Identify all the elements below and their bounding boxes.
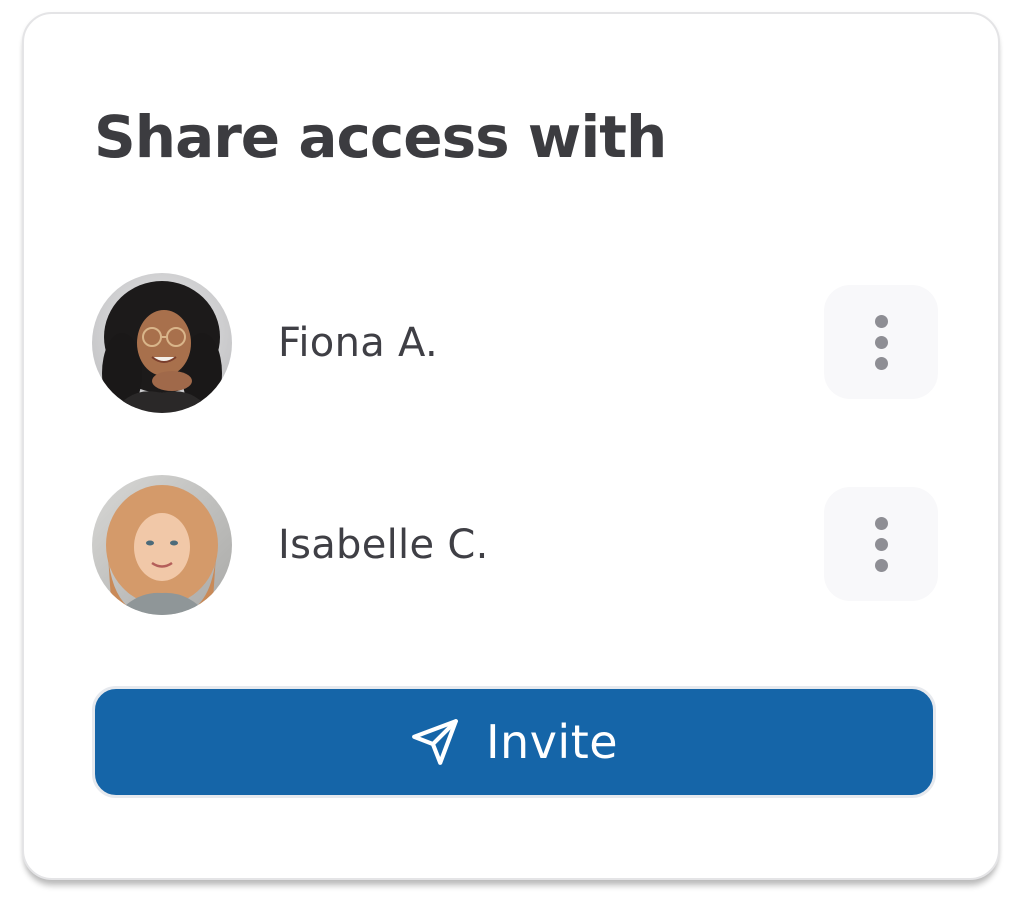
invite-label: Invite xyxy=(485,715,619,769)
more-vertical-icon-dot xyxy=(874,537,888,551)
user-name: Fiona A. xyxy=(278,320,439,366)
more-vertical-icon-dot xyxy=(874,335,888,349)
more-vertical-icon-dot xyxy=(874,558,888,572)
user-row: Isabelle C. xyxy=(92,475,938,615)
panel-title: Share access with xyxy=(94,103,667,171)
more-vertical-icon-dot xyxy=(874,356,888,370)
user-avatar xyxy=(92,273,232,413)
share-access-card: Share access with Fiona A. Isabelle C. I… xyxy=(22,12,1000,880)
more-options-button[interactable] xyxy=(824,487,938,601)
invite-button[interactable]: Invite xyxy=(92,686,936,798)
user-avatar xyxy=(92,475,232,615)
user-row: Fiona A. xyxy=(92,273,938,413)
user-name: Isabelle C. xyxy=(278,522,489,568)
more-vertical-icon xyxy=(874,314,888,328)
more-vertical-icon xyxy=(874,516,888,530)
send-icon xyxy=(412,719,458,765)
more-options-button[interactable] xyxy=(824,285,938,399)
